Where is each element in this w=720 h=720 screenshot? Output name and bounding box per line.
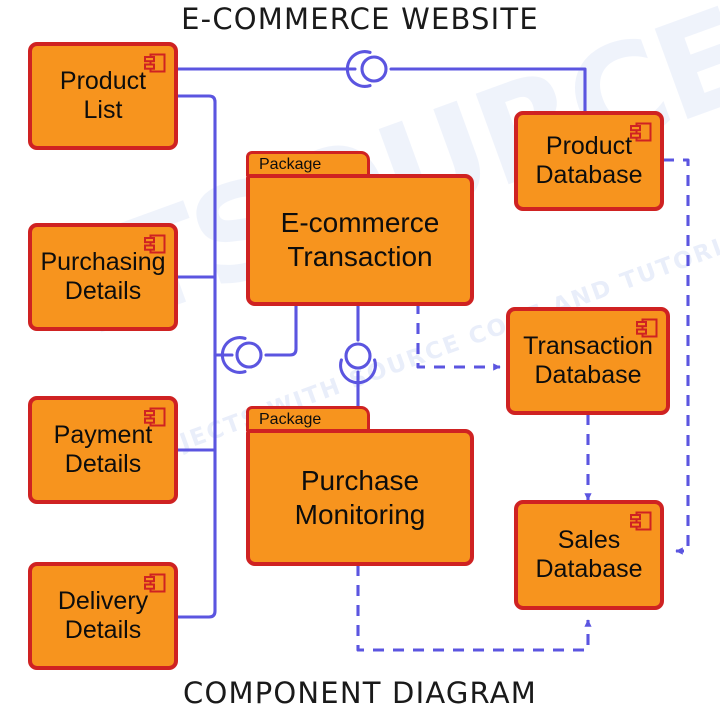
- package-ecommerce-transaction-label: E-commerce Transaction: [280, 207, 440, 272]
- component-icon: [630, 122, 652, 142]
- package-purchase-monitoring[interactable]: Package Purchase Monitoring: [246, 406, 474, 566]
- component-diagram-canvas: E-COMMERCE WEBSITE ITSOURCECODE PROJECTS…: [0, 0, 720, 720]
- component-payment-details-label: Payment Details: [53, 421, 153, 478]
- component-transaction-database[interactable]: Transaction Database: [506, 307, 670, 415]
- component-icon: [144, 573, 166, 593]
- wire-socket-to-product-database: [389, 67, 587, 115]
- component-delivery-details[interactable]: Delivery Details: [28, 562, 178, 670]
- package-ecommerce-transaction-stereotype: Package: [259, 156, 322, 173]
- wire-socket-to-ecommerce-transaction: [264, 301, 298, 357]
- wire-left-bus: [176, 94, 217, 619]
- component-product-database[interactable]: Product Database: [514, 111, 664, 211]
- package-ecommerce-transaction[interactable]: Package E-commerce Transaction: [246, 151, 474, 306]
- package-purchase-monitoring-stereotype: Package: [259, 411, 322, 428]
- diagram-title-bottom: COMPONENT DIAGRAM: [183, 676, 537, 710]
- component-sales-database[interactable]: Sales Database: [514, 500, 664, 610]
- component-purchasing-details-label: Purchasing Details: [40, 248, 166, 305]
- component-payment-details[interactable]: Payment Details: [28, 396, 178, 504]
- component-purchasing-details[interactable]: Purchasing Details: [28, 223, 178, 331]
- component-product-list[interactable]: Product List: [28, 42, 178, 150]
- component-sales-database-label: Sales Database: [535, 526, 643, 583]
- package-ecommerce-transaction-body: E-commerce Transaction: [246, 174, 474, 306]
- dependency-ecommerce-transaction-to-transaction-database: [416, 303, 501, 371]
- component-icon: [630, 511, 652, 531]
- component-icon: [636, 318, 658, 338]
- component-product-list-label: Product List: [59, 67, 147, 124]
- package-purchase-monitoring-label: Purchase Monitoring: [294, 464, 426, 530]
- component-transaction-database-label: Transaction Database: [523, 332, 653, 389]
- component-delivery-details-label: Delivery Details: [57, 587, 149, 644]
- package-purchase-monitoring-tab: Package: [246, 406, 370, 431]
- package-purchase-monitoring-body: Purchase Monitoring: [246, 429, 474, 566]
- package-ecommerce-transaction-tab: Package: [246, 151, 370, 176]
- component-icon: [144, 407, 166, 427]
- component-icon: [144, 53, 166, 73]
- component-icon: [144, 234, 166, 254]
